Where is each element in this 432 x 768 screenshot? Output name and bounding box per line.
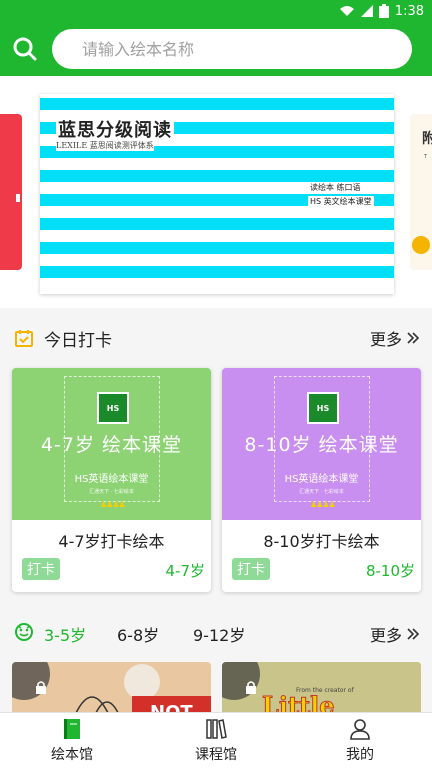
status-time: 1:38	[394, 3, 424, 19]
age-tab-6-8[interactable]: 6-8岁	[117, 622, 159, 646]
status-bar: 1:38	[0, 0, 432, 22]
calendar-check-icon	[15, 330, 33, 347]
banner-carousel[interactable]: 蓝思分级阅读 LEXILE 蓝思阅读测评体系 读绘本 练口语 HS 英文绘本课堂…	[0, 76, 432, 308]
checkin-tag[interactable]: 打卡	[22, 558, 60, 580]
banner-next-sub: T	[424, 154, 428, 160]
person-icon	[350, 719, 370, 740]
banner-prev-slide[interactable]	[0, 114, 22, 270]
banner-title: 蓝思分级阅读	[56, 116, 174, 142]
tab-courses[interactable]: 课程馆	[144, 713, 288, 768]
tab-label: 我的	[346, 747, 374, 763]
cover-title: 4-7岁 绘本课堂	[40, 434, 183, 456]
hs-logo: HS	[307, 392, 339, 424]
banner-next-title: 附	[422, 131, 432, 147]
card-age: 8-10岁	[365, 562, 415, 580]
cover-subtitle: HS英语绘本课堂	[74, 474, 149, 485]
checkin-card-8-10[interactable]: HS 8-10岁 绘本课堂 HS英语绘本课堂 汇通天下 · 七彩绘本 ♟♟♟♟ …	[222, 368, 421, 592]
more-label: 更多	[369, 330, 402, 349]
banner-note-2: HS 英文绘本课堂	[308, 196, 374, 207]
hs-logo: HS	[97, 392, 129, 424]
banner-note-1: 读绘本 练口语	[308, 182, 363, 193]
checkin-card-4-7[interactable]: HS 4-7岁 绘本课堂 HS英语绘本课堂 汇通天下 · 七彩绘本 ♟♟♟♟ 4…	[12, 368, 211, 592]
age-more-link[interactable]: 更多	[370, 622, 420, 646]
checkin-tag[interactable]: 打卡	[232, 558, 270, 580]
cover-subtitle: HS英语绘本课堂	[284, 474, 359, 485]
cover-small-text: 汇通天下 · 七彩绘本	[89, 489, 134, 495]
tab-label: 课程馆	[195, 747, 237, 763]
signal-icon	[360, 5, 373, 17]
cover-title: 8-10岁 绘本课堂	[244, 434, 399, 456]
card-age: 4-7岁	[165, 562, 206, 580]
people-icon: ♟♟♟♟	[100, 500, 126, 509]
banner-subtitle: LEXILE 蓝思阅读测评体系	[56, 140, 154, 151]
card-cover: HS 8-10岁 绘本课堂 HS英语绘本课堂 汇通天下 · 七彩绘本 ♟♟♟♟	[222, 368, 421, 520]
more-label: 更多	[369, 626, 402, 645]
age-tab-3-5[interactable]: 3-5岁	[44, 622, 86, 646]
people-icon: ♟♟♟♟	[310, 500, 336, 509]
checkin-more-link[interactable]: 更多	[370, 326, 420, 350]
bottom-tab-bar: 绘本馆 课程馆 我的	[0, 712, 432, 768]
library-icon	[206, 719, 227, 739]
banner-slide[interactable]: 蓝思分级阅读 LEXILE 蓝思阅读测评体系 读绘本 练口语 HS 英文绘本课堂	[40, 94, 394, 294]
wifi-icon	[339, 6, 354, 16]
lock-icon	[36, 681, 46, 694]
smiley-icon	[15, 623, 33, 641]
double-chevron-right-icon	[407, 332, 420, 344]
tab-mine[interactable]: 我的	[288, 713, 432, 768]
card-name: 4-7岁打卡绘本	[58, 532, 165, 551]
search-input[interactable]	[52, 29, 412, 69]
lock-icon	[246, 681, 256, 694]
age-tab-9-12[interactable]: 9-12岁	[193, 622, 245, 646]
header	[0, 22, 432, 76]
tab-picture-books[interactable]: 绘本馆	[0, 713, 144, 768]
book-icon	[64, 719, 80, 739]
checkin-title: 今日打卡	[44, 330, 112, 351]
card-name: 8-10岁打卡绘本	[263, 532, 380, 551]
search-icon[interactable]	[12, 36, 38, 62]
tab-label: 绘本馆	[51, 747, 93, 763]
checkin-section-header: 今日打卡 更多	[0, 316, 432, 360]
cover-small-text: 汇通天下 · 七彩绘本	[299, 489, 344, 495]
battery-icon	[378, 4, 389, 18]
double-chevron-right-icon	[407, 628, 420, 640]
card-cover: HS 4-7岁 绘本课堂 HS英语绘本课堂 汇通天下 · 七彩绘本 ♟♟♟♟	[12, 368, 211, 520]
banner-next-slide[interactable]: 附 T	[410, 114, 432, 270]
